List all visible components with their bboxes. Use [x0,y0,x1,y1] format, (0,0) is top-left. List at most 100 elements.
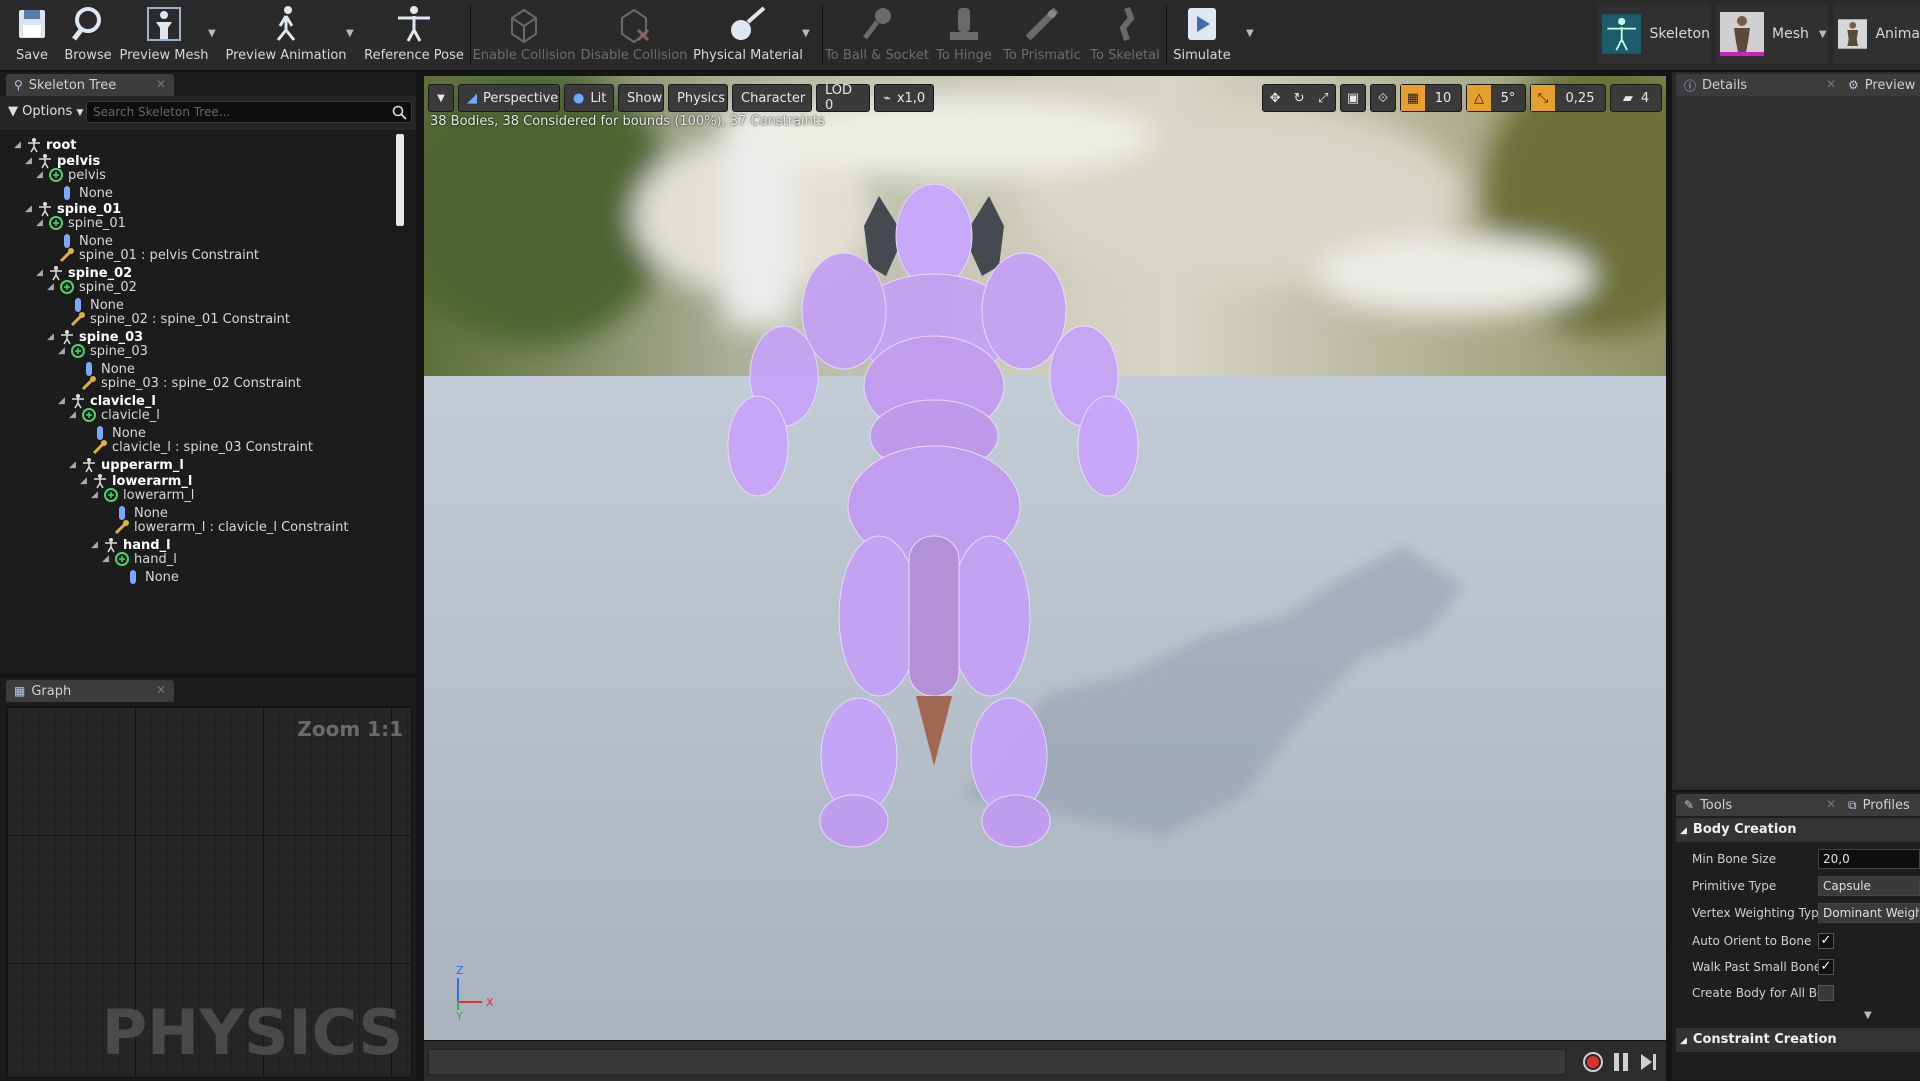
constraint-creation-header[interactable]: ◢ Constraint Creation [1676,1028,1920,1052]
scale-icon[interactable]: ⤢ [1318,91,1328,106]
auto-orient-checkbox[interactable]: ✓ [1818,933,1834,949]
preview-animation-button[interactable]: Preview Animation [226,2,347,66]
tree-row[interactable]: lowerarm_l : clavicle_l Constraint [102,518,348,536]
pause-icon[interactable] [1612,1052,1630,1072]
tree-scrollbar-thumb[interactable] [396,134,404,226]
zoom-label: Zoom 1:1 [297,717,403,741]
expand-more-icon[interactable]: ▼ [1864,1010,1872,1021]
rotation-snap-control[interactable]: △ 5° [1466,84,1526,112]
tree-row[interactable]: spine_02 : spine_01 Constraint [58,310,290,328]
tab-graph[interactable]: ▦ Graph ✕ [6,680,174,702]
expand-arrow-icon[interactable]: ◢ [14,140,26,150]
expand-arrow-icon[interactable]: ◢ [36,268,48,278]
physics-button[interactable]: Physics [668,84,728,112]
character-button[interactable]: Character [732,84,812,112]
skeleton-mode-tab[interactable]: Skeleton [1598,4,1710,64]
mesh-mode-tab[interactable]: Mesh ▼ [1716,4,1828,64]
graph-icon: ▦ [14,684,26,698]
tab-tools[interactable]: ✎ Tools ✕ [1676,794,1844,816]
expand-arrow-icon[interactable]: ◢ [36,170,48,180]
rotate-icon[interactable]: ↻ [1294,91,1305,106]
tree-row[interactable]: ◢ hand_l [102,550,177,568]
tree-row[interactable]: ◢ lowerarm_l [91,486,194,504]
expand-arrow-icon[interactable]: ◢ [69,460,81,470]
viewport[interactable]: Z X Y ▼ ◢ Perspective ● Lit Show Physics… [424,76,1666,1040]
expand-arrow-icon[interactable]: ◢ [91,540,103,550]
vertex-weighting-select[interactable]: Dominant Weight [1818,903,1920,923]
expand-arrow-icon[interactable]: ◢ [91,490,103,500]
preview-animation-dropdown-icon[interactable]: ▼ [346,28,354,39]
reference-pose-button[interactable]: Reference Pose [364,2,464,66]
expand-arrow-icon[interactable]: ◢ [25,204,37,214]
tree-row[interactable]: ◢ spine_01 [36,214,126,232]
expand-arrow-icon[interactable]: ◢ [80,476,92,486]
close-icon[interactable]: ✕ [156,77,166,91]
body-creation-header[interactable]: ◢ Body Creation [1676,818,1920,842]
tree-row-label: root [46,137,77,153]
expand-arrow-icon[interactable]: ◢ [36,218,48,228]
expand-arrow-icon[interactable]: ◢ [58,346,70,356]
grid-snap-control[interactable]: ▦ 10 [1400,84,1462,112]
expand-arrow-icon[interactable]: ◢ [69,410,81,420]
playback-speed-button[interactable]: ⌁ x1,0 [874,84,934,112]
preview-mesh-dropdown-icon[interactable]: ▼ [208,28,216,39]
browse-button[interactable]: Browse [62,2,114,66]
create-body-checkbox[interactable] [1818,985,1834,1001]
world-local-toggle[interactable]: ▣ [1340,84,1366,112]
min-bone-size-input[interactable]: 20,0 [1818,849,1920,869]
close-icon[interactable]: ✕ [1826,797,1836,811]
search-skeleton-input[interactable]: Search Skeleton Tree... [86,101,412,123]
close-icon[interactable]: ✕ [156,683,166,697]
lod-button[interactable]: LOD 0 [816,83,870,113]
mesh-dropdown-icon[interactable]: ▼ [1819,29,1827,40]
tree-row[interactable]: ◢ spine_03 [58,342,148,360]
tree-row[interactable]: spine_03 : spine_02 Constraint [69,374,301,392]
timeline-scrubber[interactable] [428,1049,1566,1075]
record-icon[interactable] [1582,1051,1604,1073]
tree-row[interactable]: spine_01 : pelvis Constraint [47,246,259,264]
close-icon[interactable]: ✕ [1826,77,1836,91]
to-ball-socket-button[interactable]: To Ball & Socket [825,2,929,66]
translate-icon[interactable]: ✥ [1270,91,1281,106]
primitive-type-select[interactable]: Capsule [1818,876,1920,896]
tab-details[interactable]: ⓘ Details ✕ [1676,74,1844,96]
walk-past-checkbox[interactable]: ✓ [1818,959,1834,975]
tab-preview[interactable]: ⚙ Preview [1840,74,1920,96]
tree-row[interactable]: ◢ pelvis [36,166,106,184]
tab-skeleton-tree[interactable]: ⚲ Skeleton Tree ✕ [6,74,174,96]
physical-material-dropdown-icon[interactable]: ▼ [802,28,810,39]
step-forward-icon[interactable] [1638,1052,1658,1072]
animation-mode-tab[interactable]: Anima [1834,4,1920,64]
simulate-dropdown-icon[interactable]: ▼ [1246,28,1254,39]
perspective-button[interactable]: ◢ Perspective [458,84,560,112]
options-dropdown[interactable]: ▼ Options ▼ [8,104,83,119]
disable-collision-button[interactable]: Disable Collision [581,2,687,66]
lit-button[interactable]: ● Lit [564,84,614,112]
enable-collision-button[interactable]: Enable Collision [473,2,575,66]
tree-row[interactable]: ◢ clavicle_l [69,406,160,424]
expand-arrow-icon[interactable]: ◢ [47,282,59,292]
to-hinge-button[interactable]: To Hinge [934,2,994,66]
to-skeletal-button[interactable]: To Skeletal [1090,2,1160,66]
tab-profiles[interactable]: ⧉ Profiles [1840,794,1920,816]
tree-row[interactable]: ◢ spine_02 [47,278,137,296]
graph-canvas[interactable]: Zoom 1:1 PHYSICS [6,706,412,1078]
grid-snap-icon: ▦ [1401,85,1425,111]
tree-row[interactable]: clavicle_l : spine_03 Constraint [80,438,313,456]
simulate-button[interactable]: Simulate [1170,2,1234,66]
expand-arrow-icon[interactable]: ◢ [58,396,70,406]
viewport-options-dropdown[interactable]: ▼ [428,84,454,112]
scale-snap-control[interactable]: ⤡ 0,25 [1530,84,1606,112]
expand-arrow-icon[interactable]: ◢ [47,332,59,342]
physical-material-button[interactable]: Physical Material [693,2,803,66]
preview-mesh-button[interactable]: Preview Mesh [120,2,208,66]
show-button[interactable]: Show [618,84,664,112]
body-icon [114,551,130,567]
surface-snap-toggle[interactable]: ⟐ [1370,84,1396,112]
save-button[interactable]: Save [8,2,56,66]
expand-arrow-icon[interactable]: ◢ [25,156,37,166]
expand-arrow-icon[interactable]: ◢ [102,554,114,564]
tree-row[interactable]: None [113,568,179,586]
to-prismatic-button[interactable]: To Prismatic [1000,2,1084,66]
camera-speed-control[interactable]: ▰ 4 [1610,84,1662,112]
